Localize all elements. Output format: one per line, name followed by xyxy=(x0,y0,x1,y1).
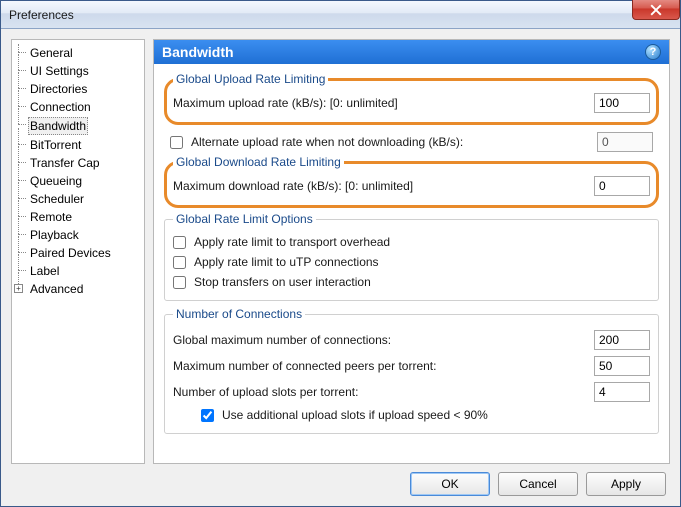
max-download-row: Maximum download rate (kB/s): [0: unlimi… xyxy=(173,173,650,199)
cancel-button[interactable]: Cancel xyxy=(498,472,578,496)
panel-title: Bandwidth xyxy=(162,44,234,60)
group-legend: Number of Connections xyxy=(173,307,305,321)
sidebar-item-connection[interactable]: Connection xyxy=(14,98,142,116)
max-upload-input[interactable] xyxy=(594,93,650,113)
ok-button[interactable]: OK xyxy=(410,472,490,496)
sidebar-item-label: Label xyxy=(28,263,61,279)
sidebar-item-label: Directories xyxy=(28,81,89,97)
sidebar-item-label: Transfer Cap xyxy=(28,155,102,171)
sidebar-item-paired-devices[interactable]: Paired Devices xyxy=(14,244,142,262)
sidebar-item-label[interactable]: Label xyxy=(14,262,142,280)
peers-input[interactable] xyxy=(594,356,650,376)
sidebar-item-label: Queueing xyxy=(28,173,84,189)
sidebar-item-label: Advanced xyxy=(28,281,85,297)
overhead-row: Apply rate limit to transport overhead xyxy=(173,232,650,252)
connections-group: Number of Connections Global maximum num… xyxy=(164,307,659,434)
close-button[interactable] xyxy=(632,0,680,20)
extra-slots-checkbox[interactable] xyxy=(201,409,214,422)
sidebar-item-bandwidth[interactable]: Bandwidth xyxy=(14,116,142,136)
slots-label: Number of upload slots per torrent: xyxy=(173,385,586,399)
extra-slots-row: Use additional upload slots if upload sp… xyxy=(173,405,650,425)
sidebar-item-label: Scheduler xyxy=(28,191,86,207)
window-title: Preferences xyxy=(9,8,74,22)
dialog-button-row: OK Cancel Apply xyxy=(11,464,670,496)
global-conn-label: Global maximum number of connections: xyxy=(173,333,586,347)
sidebar-item-label: General xyxy=(28,45,75,61)
plus-icon[interactable]: + xyxy=(14,284,23,293)
download-rate-group: Global Download Rate Limiting Maximum do… xyxy=(164,155,659,208)
upload-rate-group: Global Upload Rate Limiting Maximum uplo… xyxy=(164,72,659,125)
stop-row: Stop transfers on user interaction xyxy=(173,272,650,292)
sidebar-item-label: BitTorrent xyxy=(28,137,83,153)
sidebar-item-directories[interactable]: Directories xyxy=(14,80,142,98)
peers-row: Maximum number of connected peers per to… xyxy=(173,353,650,379)
sidebar-item-scheduler[interactable]: Scheduler xyxy=(14,190,142,208)
sidebar-item-transfer-cap[interactable]: Transfer Cap xyxy=(14,154,142,172)
category-tree: General UI Settings Directories Connecti… xyxy=(11,39,145,464)
main-row: General UI Settings Directories Connecti… xyxy=(11,39,670,464)
utp-row: Apply rate limit to uTP connections xyxy=(173,252,650,272)
max-upload-row: Maximum upload rate (kB/s): [0: unlimite… xyxy=(173,90,650,116)
sidebar-item-label: Paired Devices xyxy=(28,245,113,261)
titlebar[interactable]: Preferences xyxy=(1,1,680,29)
panel-header: Bandwidth ? xyxy=(154,40,669,64)
slots-row: Number of upload slots per torrent: xyxy=(173,379,650,405)
peers-label: Maximum number of connected peers per to… xyxy=(173,359,586,373)
sidebar-item-label: Bandwidth xyxy=(28,117,88,135)
sidebar-item-label: Remote xyxy=(28,209,74,225)
rate-options-group: Global Rate Limit Options Apply rate lim… xyxy=(164,212,659,301)
max-upload-label: Maximum upload rate (kB/s): [0: unlimite… xyxy=(173,96,586,110)
sidebar-item-general[interactable]: General xyxy=(14,44,142,62)
sidebar-item-queueing[interactable]: Queueing xyxy=(14,172,142,190)
alt-upload-row: Alternate upload rate when not downloadi… xyxy=(164,129,659,155)
sidebar-item-advanced[interactable]: + Advanced xyxy=(14,280,142,298)
settings-panel: Bandwidth ? Global Upload Rate Limiting … xyxy=(153,39,670,464)
sidebar-item-bittorrent[interactable]: BitTorrent xyxy=(14,136,142,154)
sidebar-item-label: Playback xyxy=(28,227,81,243)
slots-input[interactable] xyxy=(594,382,650,402)
alt-upload-input xyxy=(597,132,653,152)
sidebar-item-remote[interactable]: Remote xyxy=(14,208,142,226)
alt-upload-label: Alternate upload rate when not downloadi… xyxy=(191,135,463,149)
dialog-body: General UI Settings Directories Connecti… xyxy=(1,29,680,506)
panel-body: Global Upload Rate Limiting Maximum uplo… xyxy=(154,64,669,463)
close-icon xyxy=(650,4,662,16)
help-icon[interactable]: ? xyxy=(645,44,661,60)
apply-button[interactable]: Apply xyxy=(586,472,666,496)
max-download-label: Maximum download rate (kB/s): [0: unlimi… xyxy=(173,179,586,193)
overhead-label: Apply rate limit to transport overhead xyxy=(194,235,390,249)
stop-checkbox[interactable] xyxy=(173,276,186,289)
max-download-input[interactable] xyxy=(594,176,650,196)
group-legend: Global Upload Rate Limiting xyxy=(173,72,328,86)
sidebar-item-ui-settings[interactable]: UI Settings xyxy=(14,62,142,80)
overhead-checkbox[interactable] xyxy=(173,236,186,249)
sidebar-item-label: UI Settings xyxy=(28,63,91,79)
global-conn-input[interactable] xyxy=(594,330,650,350)
sidebar-item-playback[interactable]: Playback xyxy=(14,226,142,244)
utp-label: Apply rate limit to uTP connections xyxy=(194,255,379,269)
stop-label: Stop transfers on user interaction xyxy=(194,275,371,289)
sidebar-item-label: Connection xyxy=(28,99,93,115)
group-legend: Global Rate Limit Options xyxy=(173,212,316,226)
alt-upload-checkbox[interactable] xyxy=(170,136,183,149)
extra-slots-label: Use additional upload slots if upload sp… xyxy=(222,408,488,422)
utp-checkbox[interactable] xyxy=(173,256,186,269)
preferences-window: Preferences General UI Settings Director… xyxy=(0,0,681,507)
global-conn-row: Global maximum number of connections: xyxy=(173,327,650,353)
group-legend: Global Download Rate Limiting xyxy=(173,155,344,169)
